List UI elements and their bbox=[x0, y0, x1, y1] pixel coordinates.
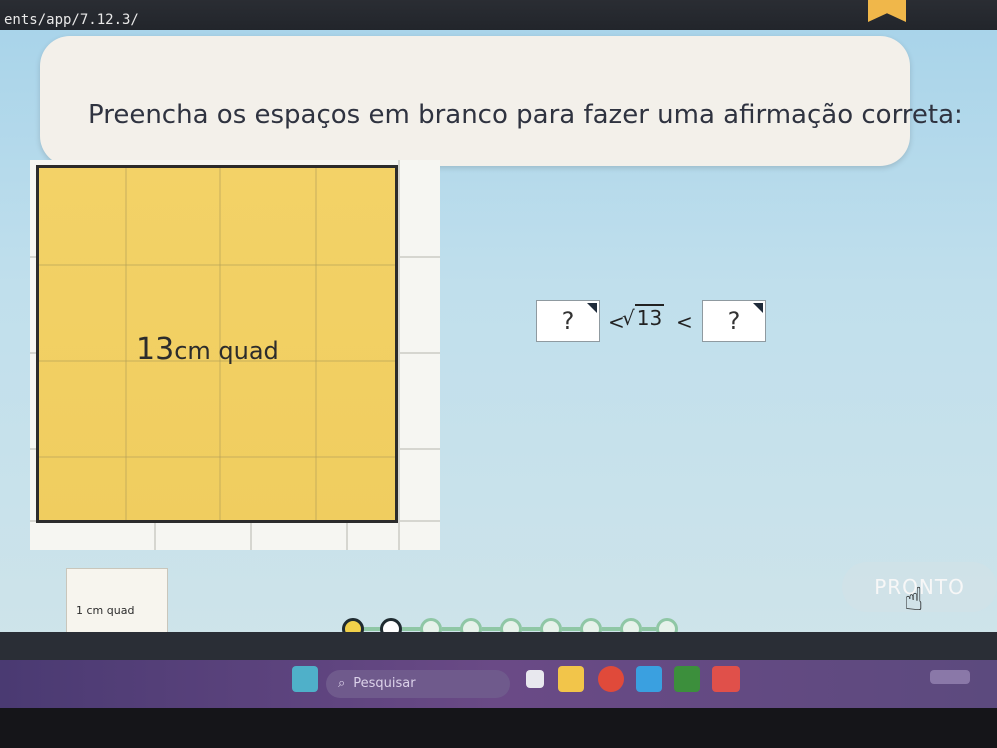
chrome-icon[interactable] bbox=[598, 666, 624, 692]
inequality-statement: ? < √ 13 < ? bbox=[536, 300, 776, 346]
dropdown-arrow-icon bbox=[753, 303, 763, 313]
search-icon: ⌕ bbox=[338, 676, 346, 691]
area-label: 13cm quad bbox=[136, 332, 279, 367]
app-shield-icon[interactable] bbox=[636, 666, 662, 692]
bookmark-icon[interactable] bbox=[868, 0, 906, 22]
right-blank-value: ? bbox=[727, 307, 741, 335]
area-unit: cm quad bbox=[174, 337, 279, 365]
taskbar-search[interactable]: ⌕ Pesquisar bbox=[326, 670, 510, 698]
left-blank-value: ? bbox=[561, 307, 575, 335]
right-blank-dropdown[interactable]: ? bbox=[702, 300, 766, 342]
desk-surface bbox=[0, 708, 997, 748]
left-blank-dropdown[interactable]: ? bbox=[536, 300, 600, 342]
less-than-sign-right: < bbox=[676, 310, 693, 334]
unit-square-label: 1 cm quad bbox=[76, 604, 135, 617]
hand-cursor-icon: ☝ bbox=[904, 580, 924, 618]
area-value: 13 bbox=[136, 332, 175, 367]
square-root-expression: √ 13 bbox=[622, 304, 665, 330]
widgets-icon[interactable] bbox=[292, 666, 318, 692]
app-icon[interactable] bbox=[712, 666, 740, 692]
task-view-icon[interactable] bbox=[526, 670, 544, 688]
system-tray[interactable] bbox=[930, 670, 970, 684]
progress-link bbox=[642, 627, 656, 631]
search-placeholder: Pesquisar bbox=[353, 676, 416, 691]
url-text: ents/app/7.12.3/ bbox=[4, 12, 139, 28]
dropdown-arrow-icon bbox=[587, 303, 597, 313]
prompt-text: Preencha os espaços em branco para fazer… bbox=[88, 100, 963, 130]
file-explorer-icon[interactable] bbox=[558, 666, 584, 692]
minecraft-icon[interactable] bbox=[674, 666, 700, 692]
radicand: 13 bbox=[634, 304, 665, 330]
radical-sign: √ bbox=[622, 306, 635, 330]
